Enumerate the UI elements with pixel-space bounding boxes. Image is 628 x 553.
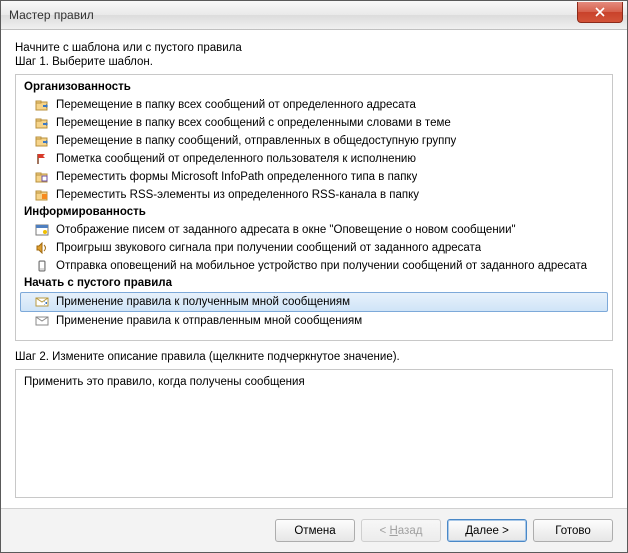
group-title-organization: Организованность <box>16 79 612 96</box>
step2-label: Шаг 2. Измените описание правила (щелкни… <box>15 351 613 363</box>
folder-form-icon <box>35 171 49 183</box>
close-icon <box>595 7 605 17</box>
template-item[interactable]: Перемещение в папку сообщений, отправлен… <box>16 132 612 150</box>
mobile-icon <box>34 258 50 274</box>
mail-in-icon <box>34 294 50 310</box>
finish-button[interactable]: Готово <box>533 519 613 542</box>
template-item-label: Применение правила к отправленным мной с… <box>56 315 362 327</box>
mobile-icon <box>35 260 49 272</box>
template-list[interactable]: Организованность Перемещение в папку все… <box>15 74 613 341</box>
template-item-label: Пометка сообщений от определенного польз… <box>56 153 416 165</box>
template-item-label: Отправка оповещений на мобильное устройс… <box>56 260 587 272</box>
template-item-label: Перемещение в папку сообщений, отправлен… <box>56 135 456 147</box>
alert-window-icon <box>35 224 49 236</box>
back-button: < Назад <box>361 519 441 542</box>
folder-move-icon <box>35 117 49 129</box>
next-button[interactable]: Далее > <box>447 519 527 542</box>
mail-in-icon <box>35 296 49 308</box>
folder-move-icon <box>34 97 50 113</box>
rules-wizard-window: Мастер правил Начните с шаблона или с пу… <box>0 0 628 553</box>
template-item[interactable]: Отправка оповещений на мобильное устройс… <box>16 257 612 275</box>
sound-icon <box>34 240 50 256</box>
group-title-information: Информированность <box>16 204 612 221</box>
intro-text: Начните с шаблона или с пустого правила <box>15 42 613 54</box>
template-item-label: Перемещение в папку всех сообщений от оп… <box>56 99 416 111</box>
template-item[interactable]: Применение правила к отправленным мной с… <box>16 312 612 330</box>
template-item-label: Переместить формы Microsoft InfoPath опр… <box>56 171 417 183</box>
template-item[interactable]: Применение правила к полученным мной соо… <box>20 292 608 312</box>
dialog-content: Начните с шаблона или с пустого правила … <box>1 30 627 508</box>
button-row: Отмена < Назад Далее > Готово <box>1 508 627 552</box>
folder-rss-icon <box>35 189 49 201</box>
template-item[interactable]: Пометка сообщений от определенного польз… <box>16 150 612 168</box>
sound-icon <box>35 242 49 254</box>
template-item[interactable]: Переместить формы Microsoft InfoPath опр… <box>16 168 612 186</box>
mail-out-icon <box>34 313 50 329</box>
step1-label: Шаг 1. Выберите шаблон. <box>15 56 613 68</box>
cancel-button[interactable]: Отмена <box>275 519 355 542</box>
window-title: Мастер правил <box>9 8 94 22</box>
rule-description-text: Применить это правило, когда получены со… <box>24 376 305 388</box>
folder-rss-icon <box>34 187 50 203</box>
alert-window-icon <box>34 222 50 238</box>
template-item[interactable]: Отображение писем от заданного адресата … <box>16 221 612 239</box>
template-item[interactable]: Проигрыш звукового сигнала при получении… <box>16 239 612 257</box>
folder-move-icon <box>35 135 49 147</box>
flag-icon <box>35 153 49 165</box>
template-item[interactable]: Перемещение в папку всех сообщений от оп… <box>16 96 612 114</box>
template-item-label: Применение правила к полученным мной соо… <box>56 296 350 308</box>
folder-move-icon <box>34 133 50 149</box>
close-button[interactable] <box>577 2 623 23</box>
template-item[interactable]: Перемещение в папку всех сообщений с опр… <box>16 114 612 132</box>
template-item-label: Проигрыш звукового сигнала при получении… <box>56 242 481 254</box>
folder-form-icon <box>34 169 50 185</box>
rule-description[interactable]: Применить это правило, когда получены со… <box>15 369 613 498</box>
titlebar: Мастер правил <box>1 1 627 30</box>
template-item[interactable]: Переместить RSS-элементы из определенног… <box>16 186 612 204</box>
mail-out-icon <box>35 315 49 327</box>
template-item-label: Переместить RSS-элементы из определенног… <box>56 189 419 201</box>
folder-move-icon <box>35 99 49 111</box>
flag-red-icon <box>34 151 50 167</box>
template-item-label: Отображение писем от заданного адресата … <box>56 224 516 236</box>
group-title-blank: Начать с пустого правила <box>16 275 612 292</box>
folder-move-icon <box>34 115 50 131</box>
template-item-label: Перемещение в папку всех сообщений с опр… <box>56 117 451 129</box>
